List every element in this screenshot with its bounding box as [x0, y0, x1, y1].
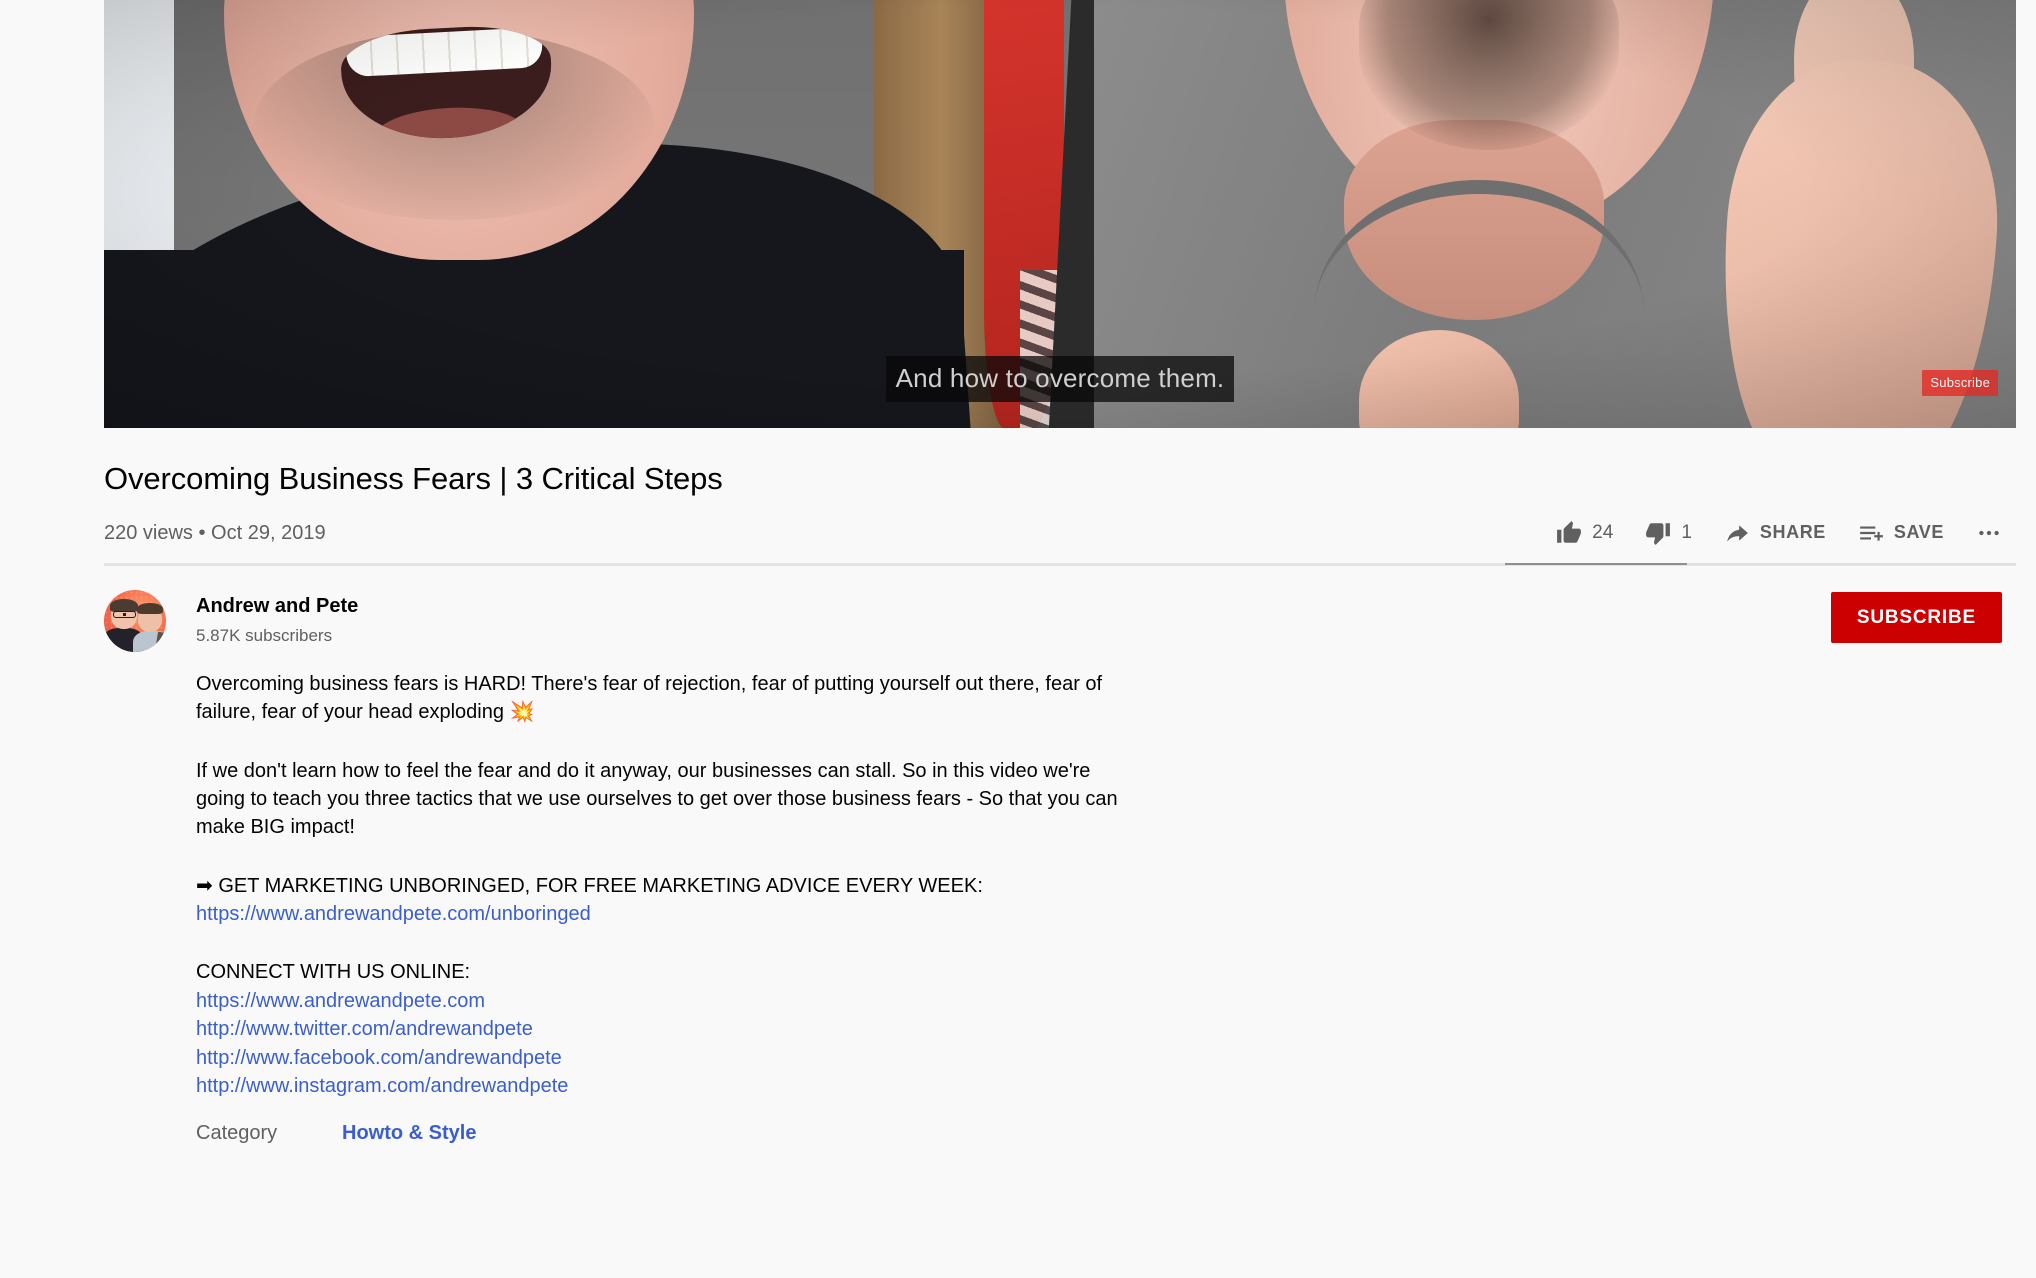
unboringed-link[interactable]: https://www.andrewandpete.com/unboringed — [196, 903, 591, 925]
connect-heading: CONNECT WITH US ONLINE: — [196, 961, 471, 984]
save-to-playlist-icon — [1858, 520, 1884, 546]
glasses-icon — [113, 610, 136, 618]
category-row: Category Howto & Style — [196, 1100, 2016, 1145]
avatar-person-right-hair — [137, 602, 163, 614]
video-caption: And how to overcome them. — [885, 356, 1235, 402]
category-label: Category — [196, 1122, 278, 1145]
more-horizontal-icon — [1976, 520, 2002, 546]
dislike-count: 1 — [1681, 521, 1692, 543]
description-paragraph-2: If we don't learn how to feel the fear a… — [196, 759, 1118, 839]
view-count-and-date: 220 views • Oct 29, 2019 — [104, 521, 326, 544]
metadata-row: 220 views • Oct 29, 2019 24 1 SHARE SAVE — [104, 499, 2016, 555]
like-ratio-bar — [104, 562, 2016, 565]
subscriber-count: 5.87K subscribers — [196, 625, 333, 645]
video-player[interactable]: And how to overcome them. Subscribe — [104, 0, 2016, 428]
channel-row: Andrew and Pete 5.87K subscribers SUBSCR… — [104, 566, 2016, 652]
description-paragraph-1: Overcoming business fears is HARD! There… — [196, 672, 1103, 724]
save-label: SAVE — [1893, 522, 1944, 543]
facebook-link[interactable]: http://www.facebook.com/andrewandpete — [196, 1047, 562, 1069]
page-title: Overcoming Business Fears | 3 Critical S… — [104, 461, 723, 496]
caption-container: And how to overcome them. — [104, 356, 2016, 402]
thumbs-up-icon — [1556, 520, 1582, 546]
share-button[interactable]: SHARE — [1708, 511, 1842, 555]
twitter-link[interactable]: http://www.twitter.com/andrewandpete — [196, 1018, 533, 1040]
subscribe-watermark-overlay[interactable]: Subscribe — [1922, 370, 1998, 396]
instagram-link[interactable]: http://www.instagram.com/andrewandpete — [196, 1075, 568, 1097]
avatar-person-left-hair — [110, 598, 138, 612]
subscribe-button[interactable]: SUBSCRIBE — [1830, 591, 2002, 643]
youtube-watch-page: And how to overcome them. Subscribe Over… — [0, 0, 2036, 1278]
category-value[interactable]: Howto & Style — [342, 1122, 476, 1145]
thumbs-down-icon — [1645, 520, 1671, 546]
background-wall — [104, 0, 174, 250]
video-frame: And how to overcome them. Subscribe — [104, 0, 2016, 428]
share-label: SHARE — [1759, 522, 1826, 543]
like-button[interactable]: 24 — [1540, 511, 1629, 555]
action-buttons: 24 1 SHARE SAVE — [1540, 511, 2012, 555]
description-unboringed-block: ➡ GET MARKETING UNBORINGED, FOR FREE MAR… — [196, 872, 1136, 929]
website-link[interactable]: https://www.andrewandpete.com — [196, 990, 485, 1012]
unboringed-heading: ➡ GET MARKETING UNBORINGED, FOR FREE MAR… — [196, 874, 983, 897]
video-info-section: Overcoming Business Fears | 3 Critical S… — [104, 428, 2016, 1145]
like-count: 24 — [1592, 521, 1614, 543]
like-ratio-fill — [1505, 562, 1687, 565]
channel-info: Andrew and Pete 5.87K subscribers — [196, 590, 358, 649]
more-actions-button[interactable] — [1966, 511, 2012, 555]
share-icon — [1724, 520, 1750, 546]
video-description: Overcoming business fears is HARD! There… — [196, 652, 1136, 1101]
dislike-button[interactable]: 1 — [1629, 511, 1708, 555]
save-button[interactable]: SAVE — [1842, 511, 1960, 555]
channel-name[interactable]: Andrew and Pete — [196, 593, 358, 619]
description-connect-block: CONNECT WITH US ONLINE: https://www.andr… — [196, 958, 1136, 1100]
avatar[interactable] — [104, 589, 166, 652]
